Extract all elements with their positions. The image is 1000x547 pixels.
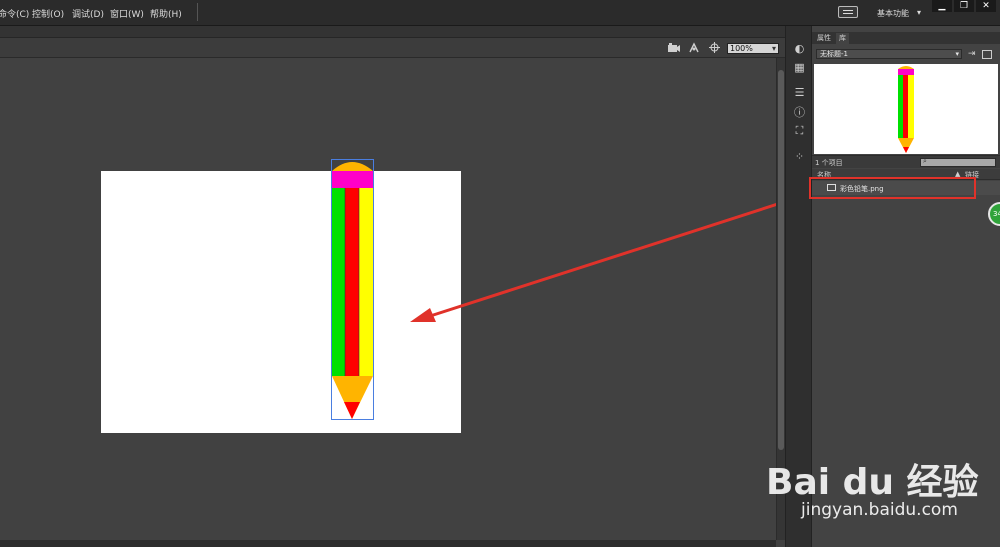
horizontal-scrollbar[interactable] [0,540,776,547]
thumb-top-cap [898,66,914,69]
annotation-arrow [410,191,813,322]
grid-icon[interactable]: ▦ [793,61,806,74]
motion-icon[interactable]: ⁘ [793,150,806,163]
menu-command[interactable]: 命令(C) [0,7,29,20]
panel-tabs: 属性 库 [812,32,1000,44]
window-controls: ▁ ❐ ✕ [932,0,1000,13]
center-icon[interactable] [709,42,720,53]
menu-help[interactable]: 帮助(H) [150,7,182,20]
camera-icon[interactable] [667,42,681,53]
info-icon[interactable]: ⓘ [793,106,806,119]
scrollbar-thumb[interactable] [778,70,784,450]
transform-icon[interactable]: ⛶ [793,124,806,137]
chevron-down-icon: ▾ [955,50,959,58]
workspace-switcher[interactable]: 基本功能 [877,8,909,19]
selection-box [331,159,374,420]
arrow-head [410,308,436,322]
minimize-button[interactable]: ▁ [932,0,952,12]
rotate-icon[interactable] [688,42,701,54]
menu-divider [197,3,198,21]
menu-bar: 命令(C) 控制(O) 调试(D) 窗口(W) 帮助(H) 基本功能 ▾ ▁ ❐… [0,0,1000,26]
thumb-yellow [908,75,914,138]
thumb-eraser [898,69,914,75]
tab-properties[interactable]: 属性 [814,33,834,44]
library-status-row: 1 个项目 ⌕ [812,155,1000,168]
watermark-url: jingyan.baidu.com [801,500,958,520]
zoom-select[interactable]: 100% ▾ [727,43,779,54]
thumb-red [903,75,908,138]
align-icon[interactable]: ☰ [793,86,806,99]
library-search-input[interactable]: ⌕ [920,157,996,167]
stage-toolbar [0,38,785,58]
palette-icon[interactable]: ◐ [793,42,806,55]
sync-icon[interactable] [838,6,858,18]
item-count: 1 个项目 [815,159,843,167]
menu-debug[interactable]: 调试(D) [72,7,104,20]
watermark-logo: Bai du 经验 [766,462,979,503]
close-button[interactable]: ✕ [976,0,996,12]
zoom-value: 100% [730,44,753,53]
pin-icon[interactable]: ⇥ [968,49,976,59]
document-select[interactable]: 无标题-1 ▾ [816,49,962,59]
tab-library[interactable]: 库 [836,33,849,44]
menu-control[interactable]: 控制(O) [32,7,64,20]
thumb-lead [903,147,909,153]
document-tab-strip [0,26,785,38]
library-preview [814,64,998,154]
sync-icon-lines [843,10,853,14]
highlight-box [809,177,976,199]
thumb-green [898,75,903,138]
arrow-shaft [423,191,813,320]
document-name: 无标题-1 [820,50,848,58]
chevron-down-icon: ▾ [771,44,776,53]
menu-window[interactable]: 窗口(W) [110,7,144,20]
search-icon: ⌕ [923,157,927,165]
restore-button[interactable]: ❐ [954,0,974,12]
chevron-down-icon[interactable]: ▾ [917,8,921,17]
new-library-icon[interactable] [982,50,992,59]
pencil-thumbnail [898,66,914,153]
